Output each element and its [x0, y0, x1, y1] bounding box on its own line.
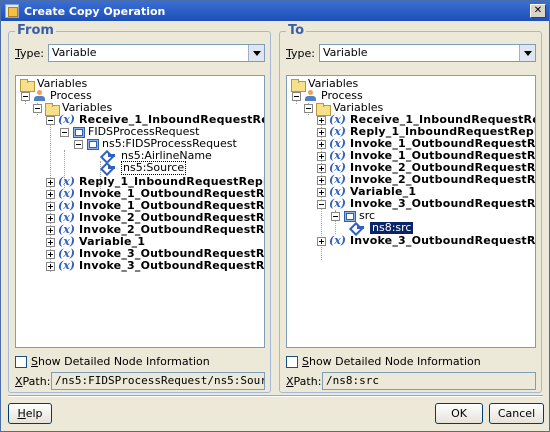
to-type-select[interactable]: Variable: [319, 44, 536, 62]
tree-node-leaf-selected[interactable]: ns5:Source: [100, 161, 187, 175]
button-separator: [8, 395, 543, 397]
to-type-value: Variable: [323, 46, 368, 59]
from-variable-tree[interactable]: Variables Process Variables (x) Receive_…: [15, 75, 265, 348]
from-type-value: Variable: [52, 46, 97, 59]
expand-icon[interactable]: [317, 175, 326, 185]
collapse-icon[interactable]: [292, 91, 301, 101]
to-xpath-row: XPath: /ns8:src: [286, 372, 536, 390]
dialog-icon: [5, 4, 19, 18]
tree-node-element[interactable]: src: [331, 210, 375, 222]
from-xpath-row: XPath: /ns5:FIDSProcessRequest/ns5:Sourc…: [15, 372, 265, 390]
leaf-node-icon: [349, 223, 367, 233]
element-icon: [86, 138, 99, 150]
folder-icon: [20, 78, 35, 92]
cancel-button[interactable]: Cancel: [489, 403, 544, 424]
element-icon: [343, 210, 356, 222]
element-icon: [72, 126, 85, 138]
folder-icon: [45, 102, 60, 116]
from-show-detail-row[interactable]: Show Detailed Node Information: [15, 355, 210, 368]
expand-icon[interactable]: [46, 249, 55, 259]
expand-icon[interactable]: [46, 189, 55, 199]
collapse-icon[interactable]: [317, 199, 326, 209]
from-type-row: Type: Variable: [15, 44, 265, 62]
to-panel-title: To: [286, 23, 307, 38]
expand-icon[interactable]: [46, 225, 55, 235]
collapse-icon[interactable]: [33, 103, 42, 113]
tree-node-variable[interactable]: (x) Invoke_3_OutboundRequestReply_Input: [317, 197, 535, 210]
expand-icon[interactable]: [317, 187, 326, 197]
ok-button[interactable]: OK: [435, 403, 483, 424]
variable-icon: (x): [329, 234, 346, 247]
expand-icon[interactable]: [317, 127, 326, 137]
create-copy-operation-dialog: Create Copy Operation ✕ From Type: Varia…: [0, 0, 550, 432]
from-xpath-field[interactable]: /ns5:FIDSProcessRequest/ns5:Source: [51, 372, 265, 390]
expand-icon[interactable]: [317, 115, 326, 125]
collapse-icon[interactable]: [331, 211, 340, 221]
process-icon: [304, 90, 318, 102]
expand-icon[interactable]: [317, 139, 326, 149]
collapse-icon[interactable]: [46, 115, 55, 125]
title-bar: Create Copy Operation ✕: [1, 1, 549, 21]
expand-icon[interactable]: [46, 237, 55, 247]
from-show-detail-checkbox[interactable]: [15, 355, 27, 368]
tree-node-variable[interactable]: (x) Invoke_3_OutboundRequestReply_Outp: [46, 259, 264, 272]
to-xpath-field[interactable]: /ns8:src: [322, 372, 536, 390]
folder-icon: [316, 102, 331, 116]
from-panel-title: From: [15, 23, 56, 38]
from-xpath-label: XPath:: [15, 374, 51, 388]
collapse-icon[interactable]: [304, 103, 313, 113]
folder-icon: [291, 78, 306, 92]
close-icon[interactable]: ✕: [530, 4, 546, 18]
to-show-detail-label: Show Detailed Node Information: [302, 355, 481, 368]
to-variable-tree[interactable]: Variables Process Variables (x) Receive_…: [286, 75, 536, 348]
to-type-label: Type:: [286, 46, 315, 60]
expand-icon[interactable]: [46, 213, 55, 223]
leaf-node-icon: [100, 163, 118, 173]
tree-node-variable[interactable]: (x) Invoke_3_OutboundRequestReply_Outp: [317, 234, 535, 247]
to-xpath-label: XPath:: [286, 374, 322, 388]
to-show-detail-checkbox[interactable]: [286, 355, 298, 368]
leaf-node-icon: [100, 151, 118, 161]
window-title: Create Copy Operation: [24, 4, 166, 18]
help-button[interactable]: Help: [8, 403, 52, 424]
variable-icon: (x): [58, 113, 75, 126]
collapse-icon[interactable]: [60, 127, 69, 137]
expand-icon[interactable]: [317, 151, 326, 161]
from-type-label: Type:: [15, 46, 44, 60]
to-panel: To Type: Variable Variables Process Vari…: [279, 23, 542, 393]
expand-icon[interactable]: [46, 261, 55, 271]
process-icon: [33, 90, 47, 102]
collapse-icon[interactable]: [21, 91, 30, 101]
chevron-down-icon[interactable]: [248, 45, 264, 61]
tree-node-leaf-selected[interactable]: ns8:src: [349, 222, 414, 234]
chevron-down-icon[interactable]: [519, 45, 535, 61]
expand-icon[interactable]: [46, 201, 55, 211]
from-type-select[interactable]: Variable: [48, 44, 265, 62]
to-type-row: Type: Variable: [286, 44, 536, 62]
expand-icon[interactable]: [317, 236, 326, 246]
expand-icon[interactable]: [46, 177, 55, 187]
from-show-detail-label: Show Detailed Node Information: [31, 355, 210, 368]
from-panel: From Type: Variable Variables Process Va…: [8, 23, 271, 393]
collapse-icon[interactable]: [74, 139, 83, 149]
variable-icon: (x): [58, 259, 75, 272]
to-show-detail-row[interactable]: Show Detailed Node Information: [286, 355, 481, 368]
expand-icon[interactable]: [317, 163, 326, 173]
variable-icon: (x): [329, 197, 346, 210]
